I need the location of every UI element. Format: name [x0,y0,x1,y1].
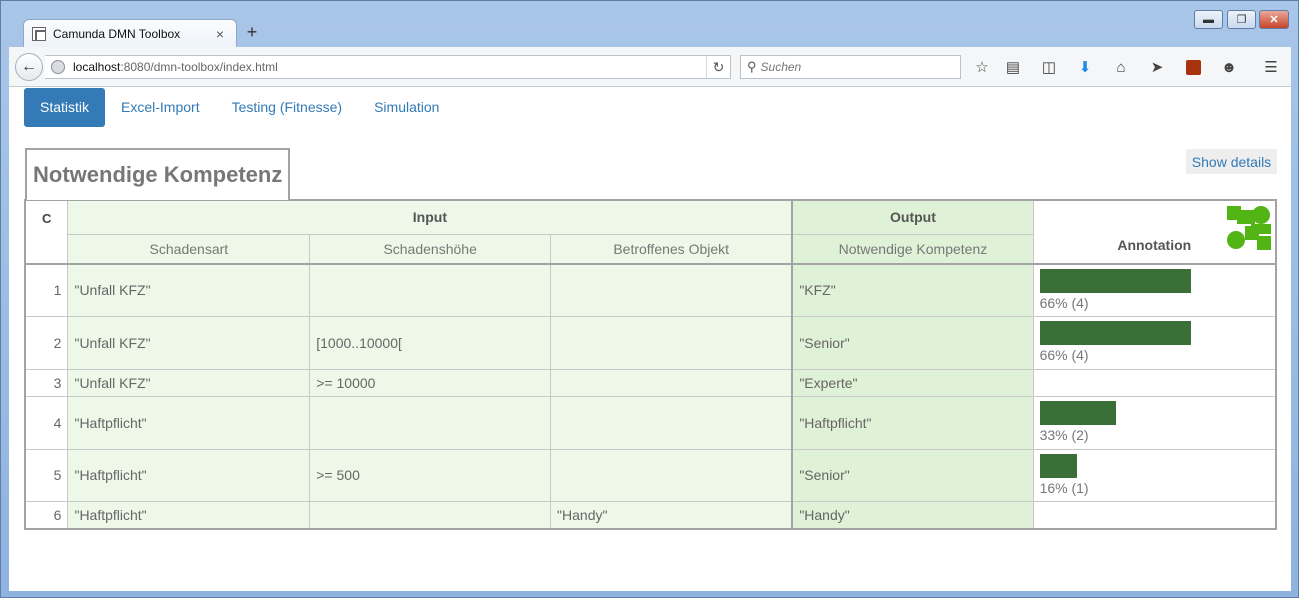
input-cell[interactable] [309,395,552,450]
rule-number: 2 [24,315,69,370]
output-cell[interactable]: "Experte" [791,368,1034,397]
close-tab-icon[interactable]: × [212,26,228,42]
input-cell[interactable] [550,448,793,502]
download-icon[interactable]: ⬇ [1074,57,1096,77]
output-cell[interactable]: "Handy" [791,500,1034,530]
coverage-label: 16% (1) [1039,479,1089,496]
input-cell[interactable] [550,315,793,370]
table-row: 1 "Unfall KFZ" "KFZ" 66% (4) [24,263,1277,317]
input-cell[interactable] [550,395,793,450]
annotation-cell: 16% (1) [1032,448,1277,502]
output-cell[interactable]: "Senior" [791,315,1034,370]
send-icon[interactable]: ➤ [1146,57,1168,77]
table-row: 4 "Haftpflicht" "Haftpflicht" 33% (2) [24,395,1277,450]
rule-number: 6 [24,500,69,530]
minimize-button[interactable]: ▬ [1194,10,1223,29]
dmn-logo-icon [1227,206,1271,250]
annotation-cell [1032,368,1277,397]
search-input[interactable] [760,60,941,74]
url-path: :8080/dmn-toolbox/index.html [120,60,278,74]
input-cell[interactable]: "Haftpflicht" [67,500,311,530]
title-bar: Camunda DMN Toolbox × + ▬ ❐ ✕ [1,1,1298,47]
tab-excel-import[interactable]: Excel-Import [105,88,216,127]
back-button[interactable]: ← [15,53,43,81]
table-row: 3 "Unfall KFZ" >= 10000 "Experte" [24,368,1277,397]
output-cell[interactable]: "KFZ" [791,263,1034,317]
input-cell[interactable]: >= 10000 [309,368,552,397]
coverage-label: 66% (4) [1039,295,1089,311]
decision-table: C Input Output Annotation Schadensart Sc… [24,199,1277,530]
input-cell[interactable]: "Handy" [550,500,793,530]
input-cell[interactable] [550,368,793,397]
coverage-label: 33% (2) [1039,426,1089,443]
nav-tabs: Statistik Excel-Import Testing (Fitnesse… [24,88,455,127]
output-cell[interactable]: "Haftpflicht" [791,395,1034,450]
decision-title: Notwendige Kompetenz [25,148,291,200]
annotation-header: Annotation [1032,199,1277,265]
search-icon: ⚲ [747,59,757,74]
input-cell[interactable]: "Unfall KFZ" [67,263,311,317]
coverage-bar [1039,269,1191,293]
rule-number: 4 [24,395,69,450]
reading-list-icon[interactable]: ▤ [1002,57,1024,77]
home-icon[interactable]: ⌂ [1110,57,1132,77]
reload-icon[interactable]: ↻ [706,56,730,78]
tab-title: Camunda DMN Toolbox [53,26,181,41]
output-cell[interactable]: "Senior" [791,448,1034,502]
show-details-button[interactable]: Show details [1186,149,1277,174]
arrow-left-icon: ← [21,58,37,75]
table-row: 6 "Haftpflicht" "Handy" "Handy" [24,500,1277,530]
menu-icon[interactable]: ☰ [1260,57,1282,77]
input-cell[interactable]: "Unfall KFZ" [67,368,311,397]
close-window-button[interactable]: ✕ [1259,10,1289,29]
bookmark-star-icon[interactable]: ☆ [971,57,993,77]
column-header-schadensart: Schadensart [67,233,311,265]
input-cell[interactable]: >= 500 [309,448,552,502]
column-header-schadenshoehe: Schadenshöhe [309,233,552,265]
input-cell[interactable]: "Haftpflicht" [67,395,311,450]
chat-icon[interactable]: ☻ [1218,57,1240,77]
column-header-betroffenes-objekt: Betroffenes Objekt [550,233,793,265]
table-row: 5 "Haftpflicht" >= 500 "Senior" 16% (1) [24,448,1277,502]
coverage-bar [1039,453,1077,478]
input-cell[interactable] [309,500,552,530]
tab-testing[interactable]: Testing (Fitnesse) [216,88,358,127]
new-tab-button[interactable]: + [244,22,260,43]
annotation-cell: 66% (4) [1032,315,1277,370]
globe-icon [51,60,65,74]
rule-number: 3 [24,368,69,397]
input-cell[interactable] [550,263,793,317]
maximize-button[interactable]: ❐ [1227,10,1256,29]
coverage-bar [1039,400,1116,425]
column-header-notwendige-kompetenz: Notwendige Kompetenz [791,233,1034,265]
browser-tab[interactable]: Camunda DMN Toolbox × [23,19,237,47]
pocket-icon[interactable]: ◫ [1038,57,1060,77]
annotation-cell: 66% (4) [1032,263,1277,317]
input-cell[interactable] [309,263,552,317]
tab-simulation[interactable]: Simulation [358,88,455,127]
browser-toolbar: ← localhost :8080/dmn-toolbox/index.html… [9,47,1291,87]
annotation-label: Annotation [1117,237,1192,253]
input-cell[interactable]: [1000..10000[ [309,315,552,370]
output-header: Output [791,199,1034,235]
page-content: Statistik Excel-Import Testing (Fitnesse… [9,87,1291,591]
url-host: localhost [73,60,121,74]
url-bar[interactable]: localhost :8080/dmn-toolbox/index.html ↻ [45,55,731,79]
input-cell[interactable]: "Haftpflicht" [67,448,311,502]
extension-icon[interactable] [1182,57,1204,77]
coverage-bar [1039,320,1191,345]
hit-policy[interactable]: C [24,199,69,265]
rule-number: 5 [24,448,69,502]
favicon-icon [32,26,46,41]
rule-number: 1 [24,263,69,317]
input-cell[interactable]: "Unfall KFZ" [67,315,311,370]
search-bar[interactable]: ⚲ [740,55,961,79]
input-header: Input [67,199,793,235]
table-row: 2 "Unfall KFZ" [1000..10000[ "Senior" 66… [24,315,1277,370]
coverage-label: 66% (4) [1039,346,1089,363]
annotation-cell: 33% (2) [1032,395,1277,450]
browser-window: Camunda DMN Toolbox × + ▬ ❐ ✕ ← localhos… [0,0,1299,598]
tab-statistik[interactable]: Statistik [24,88,106,127]
annotation-cell [1032,500,1277,530]
